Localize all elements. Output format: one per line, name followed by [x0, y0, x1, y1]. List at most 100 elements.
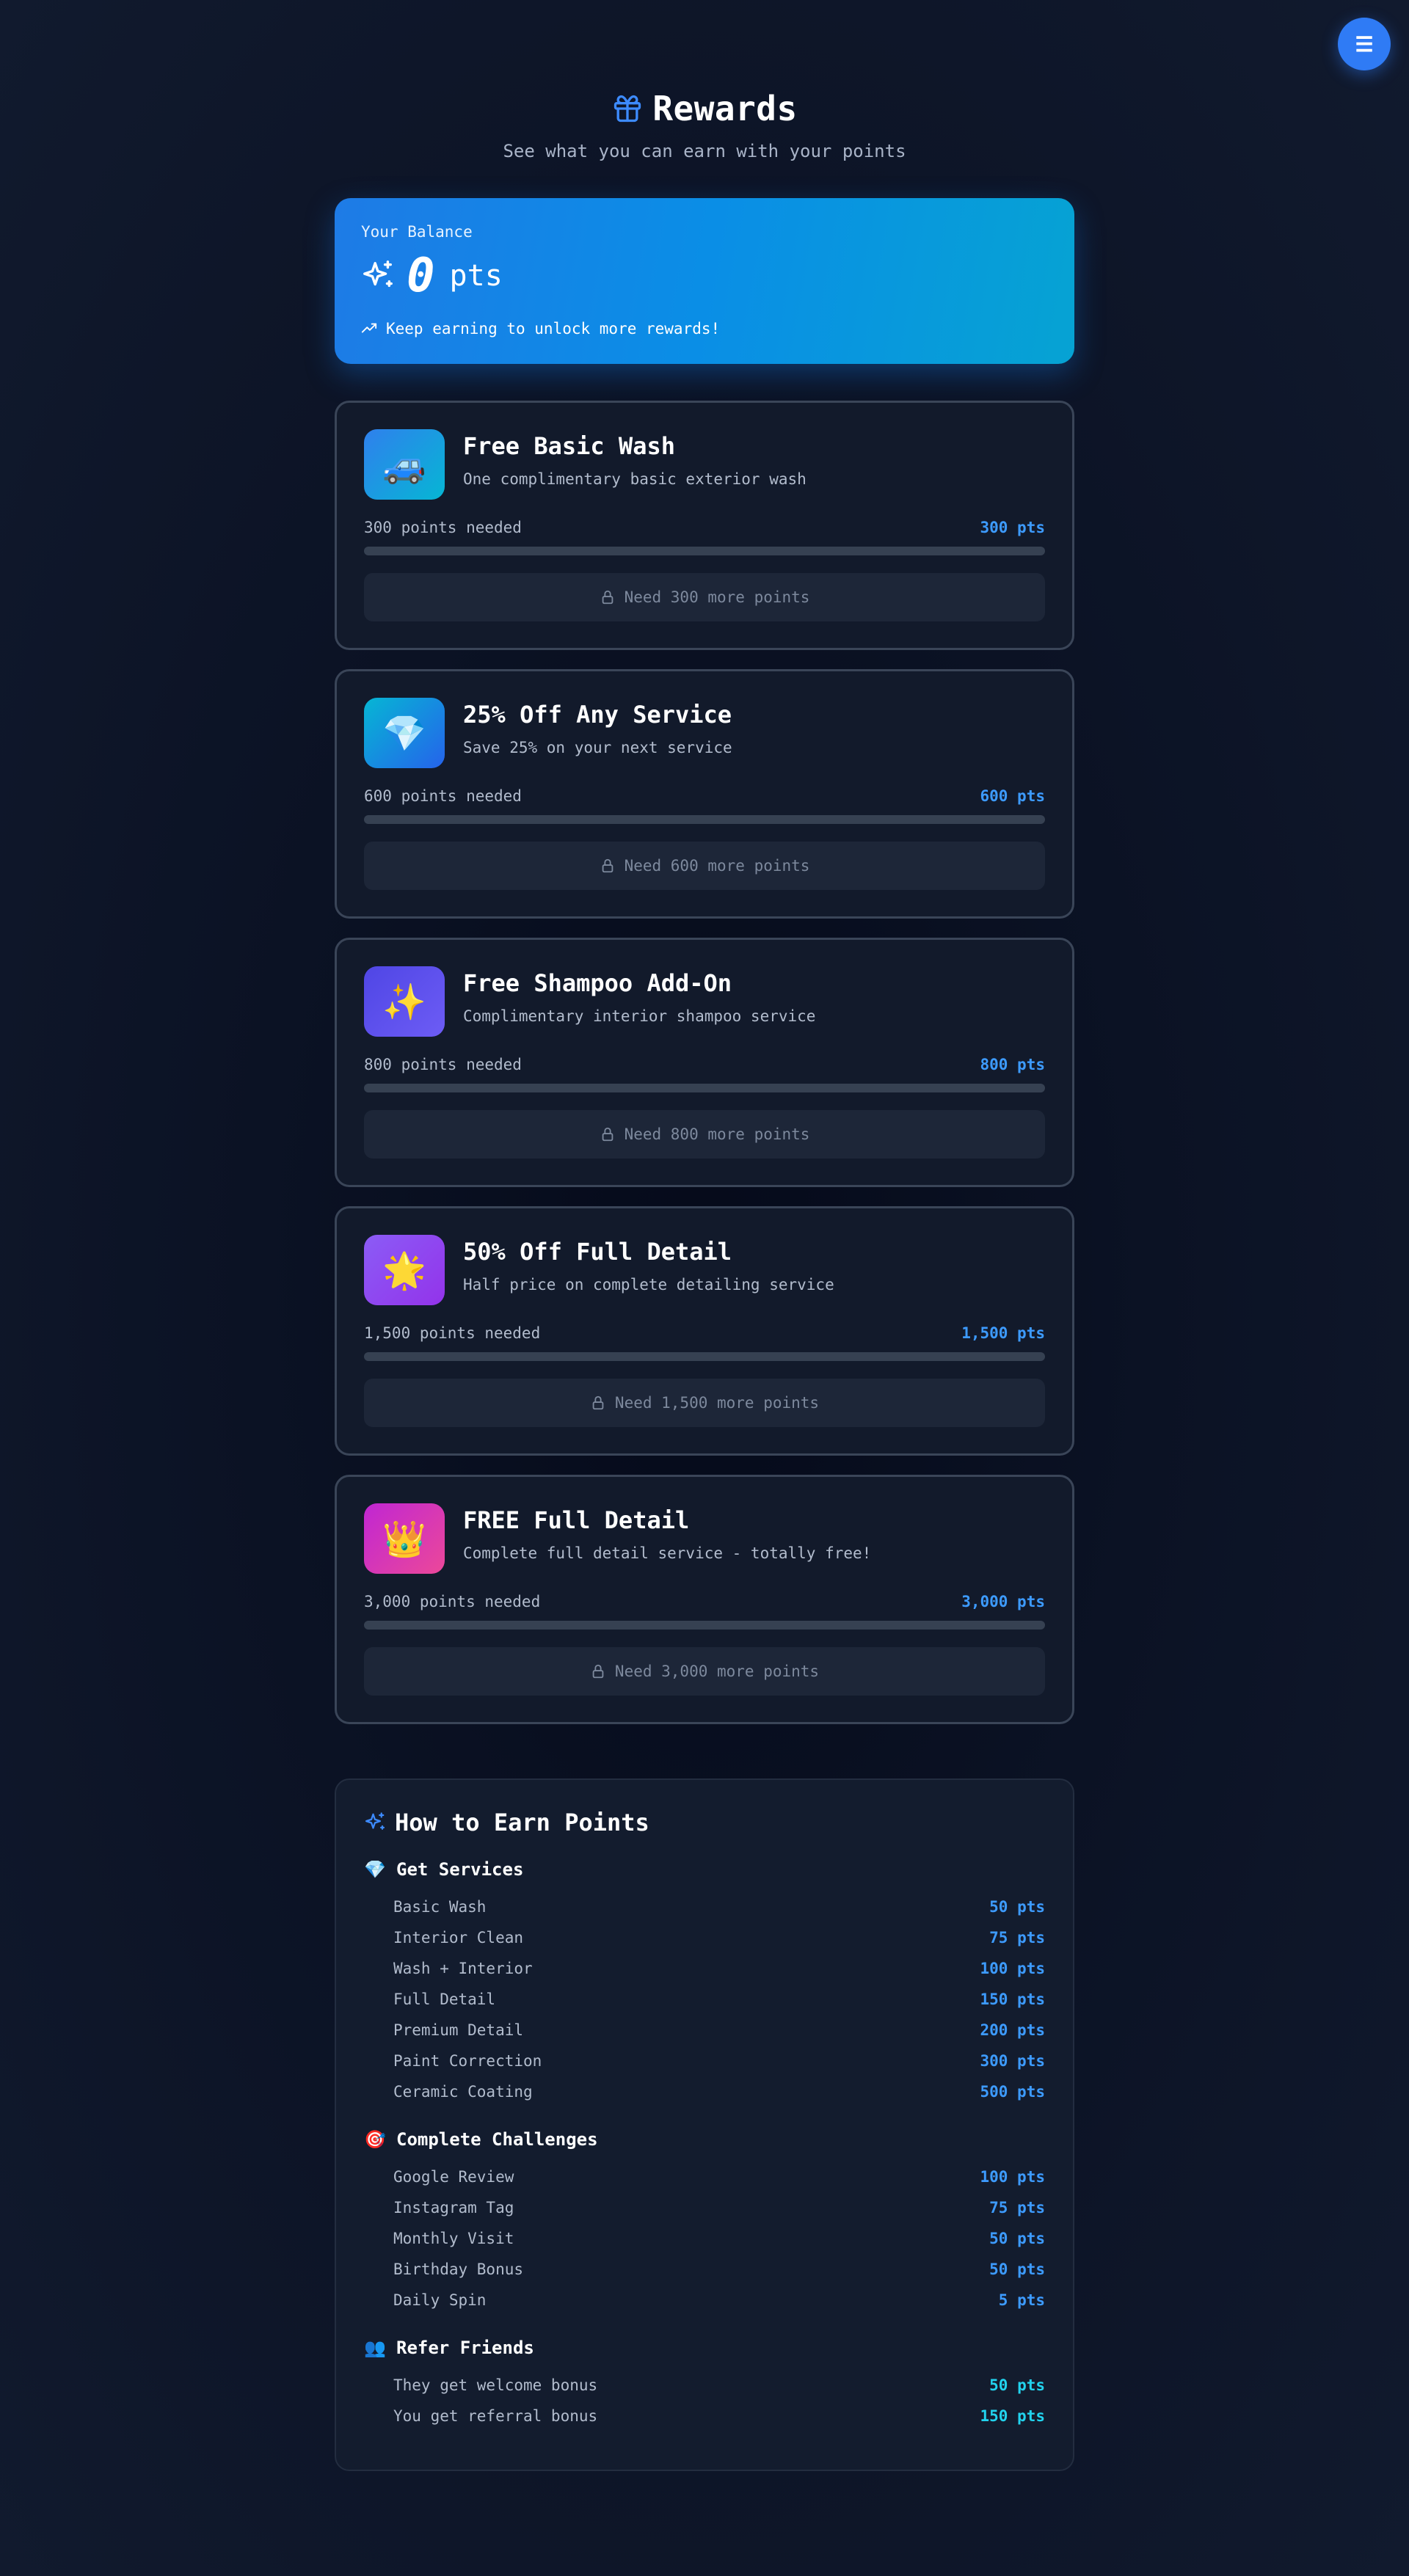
progress-bar	[364, 547, 1045, 555]
balance-value: 0	[407, 249, 435, 303]
earn-title: How to Earn Points	[395, 1809, 649, 1836]
reward-description: Complete full detail service - totally f…	[463, 1544, 872, 1562]
balance-label: Your Balance	[361, 223, 473, 241]
page-subtitle: See what you can earn with your points	[503, 141, 906, 161]
balance-card: Your Balance 0 pts Keep earning to unloc…	[335, 198, 1074, 364]
earn-item-points: 150 pts	[980, 1991, 1045, 2008]
earn-item-label: Google Review	[393, 2168, 514, 2186]
earn-item-points: 75 pts	[989, 1929, 1045, 1946]
reward-progress-row: 800 points needed 800 pts	[364, 1056, 1045, 1073]
earn-item-points: 50 pts	[989, 2261, 1045, 2278]
car-icon: 🚙	[364, 429, 445, 500]
earn-list: They get welcome bonus 50 pts You get refe…	[364, 2370, 1045, 2431]
earn-section: 🎯 Complete Challenges Google Review 100 pts…	[364, 2128, 1045, 2316]
earn-item-points: 50 pts	[989, 2376, 1045, 2394]
progress-bar	[364, 1621, 1045, 1630]
reward-title: 25% Off Any Service	[463, 701, 732, 729]
locked-reward-button[interactable]: Need 1,500 more points	[364, 1379, 1045, 1427]
earn-item-label: Interior Clean	[393, 1929, 524, 1946]
locked-reward-button[interactable]: Need 600 more points	[364, 842, 1045, 890]
list-item: Paint Correction 300 pts	[364, 2046, 1045, 2076]
lock-icon	[590, 1663, 606, 1679]
reward-description: Save 25% on your next service	[463, 739, 732, 756]
lock-icon	[600, 1126, 616, 1142]
list-item: They get welcome bonus 50 pts	[364, 2370, 1045, 2401]
reward-card: 🚙 Free Basic Wash One complimentary basic …	[335, 401, 1074, 650]
earn-item-label: Daily Spin	[393, 2291, 487, 2309]
earn-points-panel: How to Earn Points 💎 Get Services Basic Wa…	[335, 1778, 1074, 2471]
reward-header: ✨ Free Shampoo Add-On Complimentary interi…	[364, 966, 1045, 1037]
points-needed-label: 300 points needed	[364, 519, 522, 536]
earn-list: Basic Wash 50 pts Interior Clean 75 pts Wash…	[364, 1891, 1045, 2107]
reward-title: FREE Full Detail	[463, 1506, 690, 1534]
menu-icon: ☰	[1355, 32, 1374, 56]
list-item: You get referral bonus 150 pts	[364, 2401, 1045, 2431]
reward-text: Free Basic Wash One complimentary basic e…	[463, 429, 807, 488]
list-item: Wash + Interior 100 pts	[364, 1953, 1045, 1984]
reward-progress-row: 600 points needed 600 pts	[364, 787, 1045, 805]
balance-row: 0 pts	[361, 248, 1048, 304]
list-item: Ceramic Coating 500 pts	[364, 2076, 1045, 2107]
gem-icon: 💎	[364, 1859, 386, 1880]
earn-section: 👥 Refer Friends They get welcome bonus 50 p…	[364, 2336, 1045, 2431]
reward-description: Half price on complete detailing service	[463, 1276, 834, 1294]
sparkle-icon	[361, 259, 395, 293]
locked-reward-button[interactable]: Need 3,000 more points	[364, 1647, 1045, 1696]
list-item: Premium Detail 200 pts	[364, 2015, 1045, 2046]
reward-description: One complimentary basic exterior wash	[463, 470, 807, 488]
menu-button[interactable]: ☰	[1338, 18, 1391, 70]
lock-icon	[590, 1395, 606, 1411]
earn-section-title: Get Services	[396, 1859, 524, 1880]
points-needed-label: 1,500 points needed	[364, 1324, 541, 1342]
locked-reward-button[interactable]: Need 300 more points	[364, 573, 1045, 621]
reward-header: 🌟 50% Off Full Detail Half price on comple…	[364, 1235, 1045, 1305]
earn-item-points: 50 pts	[989, 1898, 1045, 1916]
earn-section-header: 👥 Refer Friends	[364, 2336, 1045, 2360]
earn-item-points: 100 pts	[980, 1960, 1045, 1977]
target-icon: 🎯	[364, 2129, 386, 2150]
earn-item-label: Basic Wash	[393, 1898, 487, 1916]
reward-header: 💎 25% Off Any Service Save 25% on your nex…	[364, 698, 1045, 768]
reward-progress-row: 1,500 points needed 1,500 pts	[364, 1324, 1045, 1342]
earn-item-label: Birthday Bonus	[393, 2261, 524, 2278]
locked-reward-button[interactable]: Need 800 more points	[364, 1110, 1045, 1159]
page-header: Rewards See what you can earn with your …	[335, 87, 1074, 161]
star-icon: 🌟	[364, 1235, 445, 1305]
reward-card: 💎 25% Off Any Service Save 25% on your nex…	[335, 669, 1074, 919]
progress-bar	[364, 1084, 1045, 1092]
reward-card: 🌟 50% Off Full Detail Half price on comple…	[335, 1206, 1074, 1456]
earn-item-label: Monthly Visit	[393, 2230, 514, 2247]
reward-title: 50% Off Full Detail	[463, 1238, 732, 1266]
locked-button-label: Need 800 more points	[624, 1125, 810, 1143]
earn-section-title: Refer Friends	[396, 2338, 534, 2358]
lock-icon	[600, 589, 616, 605]
balance-hint: Keep earning to unlock more rewards!	[361, 320, 1048, 337]
earn-item-points: 500 pts	[980, 2083, 1045, 2101]
points-needed-value: 1,500 pts	[961, 1324, 1045, 1342]
locked-button-label: Need 300 more points	[624, 588, 810, 606]
reward-header: 🚙 Free Basic Wash One complimentary basic …	[364, 429, 1045, 500]
earn-item-points: 50 pts	[989, 2230, 1045, 2247]
earn-item-label: They get welcome bonus	[393, 2376, 598, 2394]
reward-progress-row: 300 points needed 300 pts	[364, 519, 1045, 536]
earn-item-label: You get referral bonus	[393, 2407, 598, 2425]
gift-icon	[611, 92, 644, 125]
points-needed-label: 800 points needed	[364, 1056, 522, 1073]
earn-item-label: Wash + Interior	[393, 1960, 533, 1977]
earn-item-label: Ceramic Coating	[393, 2083, 533, 2101]
list-item: Monthly Visit 50 pts	[364, 2223, 1045, 2254]
earn-item-points: 150 pts	[980, 2407, 1045, 2425]
reward-text: 25% Off Any Service Save 25% on your next…	[463, 698, 732, 756]
list-item: Birthday Bonus 50 pts	[364, 2254, 1045, 2285]
points-needed-label: 600 points needed	[364, 787, 522, 805]
earn-item-points: 75 pts	[989, 2199, 1045, 2216]
page-title-row: Rewards	[335, 87, 1074, 131]
earn-item-points: 100 pts	[980, 2168, 1045, 2186]
earn-section-title: Complete Challenges	[396, 2129, 598, 2150]
reward-text: FREE Full Detail Complete full detail ser…	[463, 1503, 871, 1562]
list-item: Instagram Tag 75 pts	[364, 2192, 1045, 2223]
lock-icon	[600, 858, 616, 874]
earn-sections: 💎 Get Services Basic Wash 50 pts Interior Cl…	[364, 1858, 1045, 2431]
earn-item-points: 5 pts	[998, 2291, 1045, 2309]
earn-item-label: Paint Correction	[393, 2052, 542, 2070]
